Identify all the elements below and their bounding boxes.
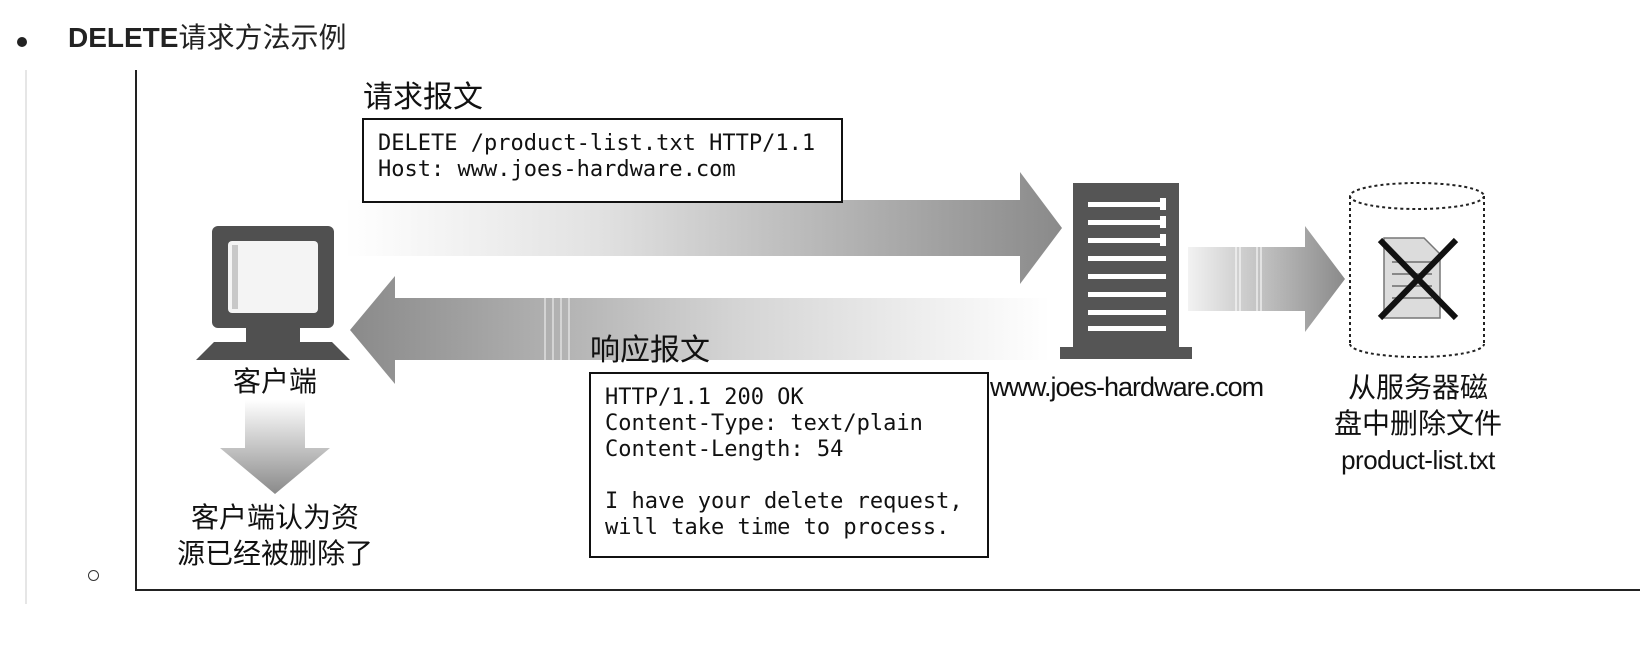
client-note-line: 客户端认为资 xyxy=(190,501,359,534)
client-note: 客户端认为资 源已经被删除了 xyxy=(140,500,410,572)
request-line: Host: www.joes-hardware.com xyxy=(378,157,736,182)
response-line: I have your delete request, xyxy=(605,489,963,514)
computer-icon xyxy=(196,226,350,360)
response-line xyxy=(605,463,987,489)
client-down-arrow xyxy=(220,400,330,494)
disk-arrow xyxy=(1188,226,1345,332)
request-message-box: DELETE /product-list.txt HTTP/1.1 Host: … xyxy=(362,118,843,203)
disk-note-line: 从服务器磁 xyxy=(1347,371,1488,404)
server-label: www.joes-hardware.com xyxy=(990,372,1264,402)
disk-note-line: 盘中删除文件 xyxy=(1333,407,1502,440)
response-line: HTTP/1.1 200 OK xyxy=(605,385,804,410)
response-line: Content-Length: 54 xyxy=(605,437,844,462)
disk-note: 从服务器磁 盘中删除文件 product-list.txt xyxy=(1318,370,1518,478)
server-icon xyxy=(1060,183,1192,359)
response-line: Content-Type: text/plain xyxy=(605,411,923,436)
disk-note-line: product-list.txt xyxy=(1341,445,1495,475)
request-label: 请求报文 xyxy=(363,80,483,115)
deleted-file-icon xyxy=(1377,237,1459,321)
response-label: 响应报文 xyxy=(590,333,710,368)
client-label: 客户端 xyxy=(232,365,317,398)
response-line: will take time to process. xyxy=(605,515,950,540)
response-message-box: HTTP/1.1 200 OK Content-Type: text/plain… xyxy=(589,372,989,558)
client-note-line: 源已经被删除了 xyxy=(176,537,373,570)
request-line: DELETE /product-list.txt HTTP/1.1 xyxy=(378,131,816,156)
